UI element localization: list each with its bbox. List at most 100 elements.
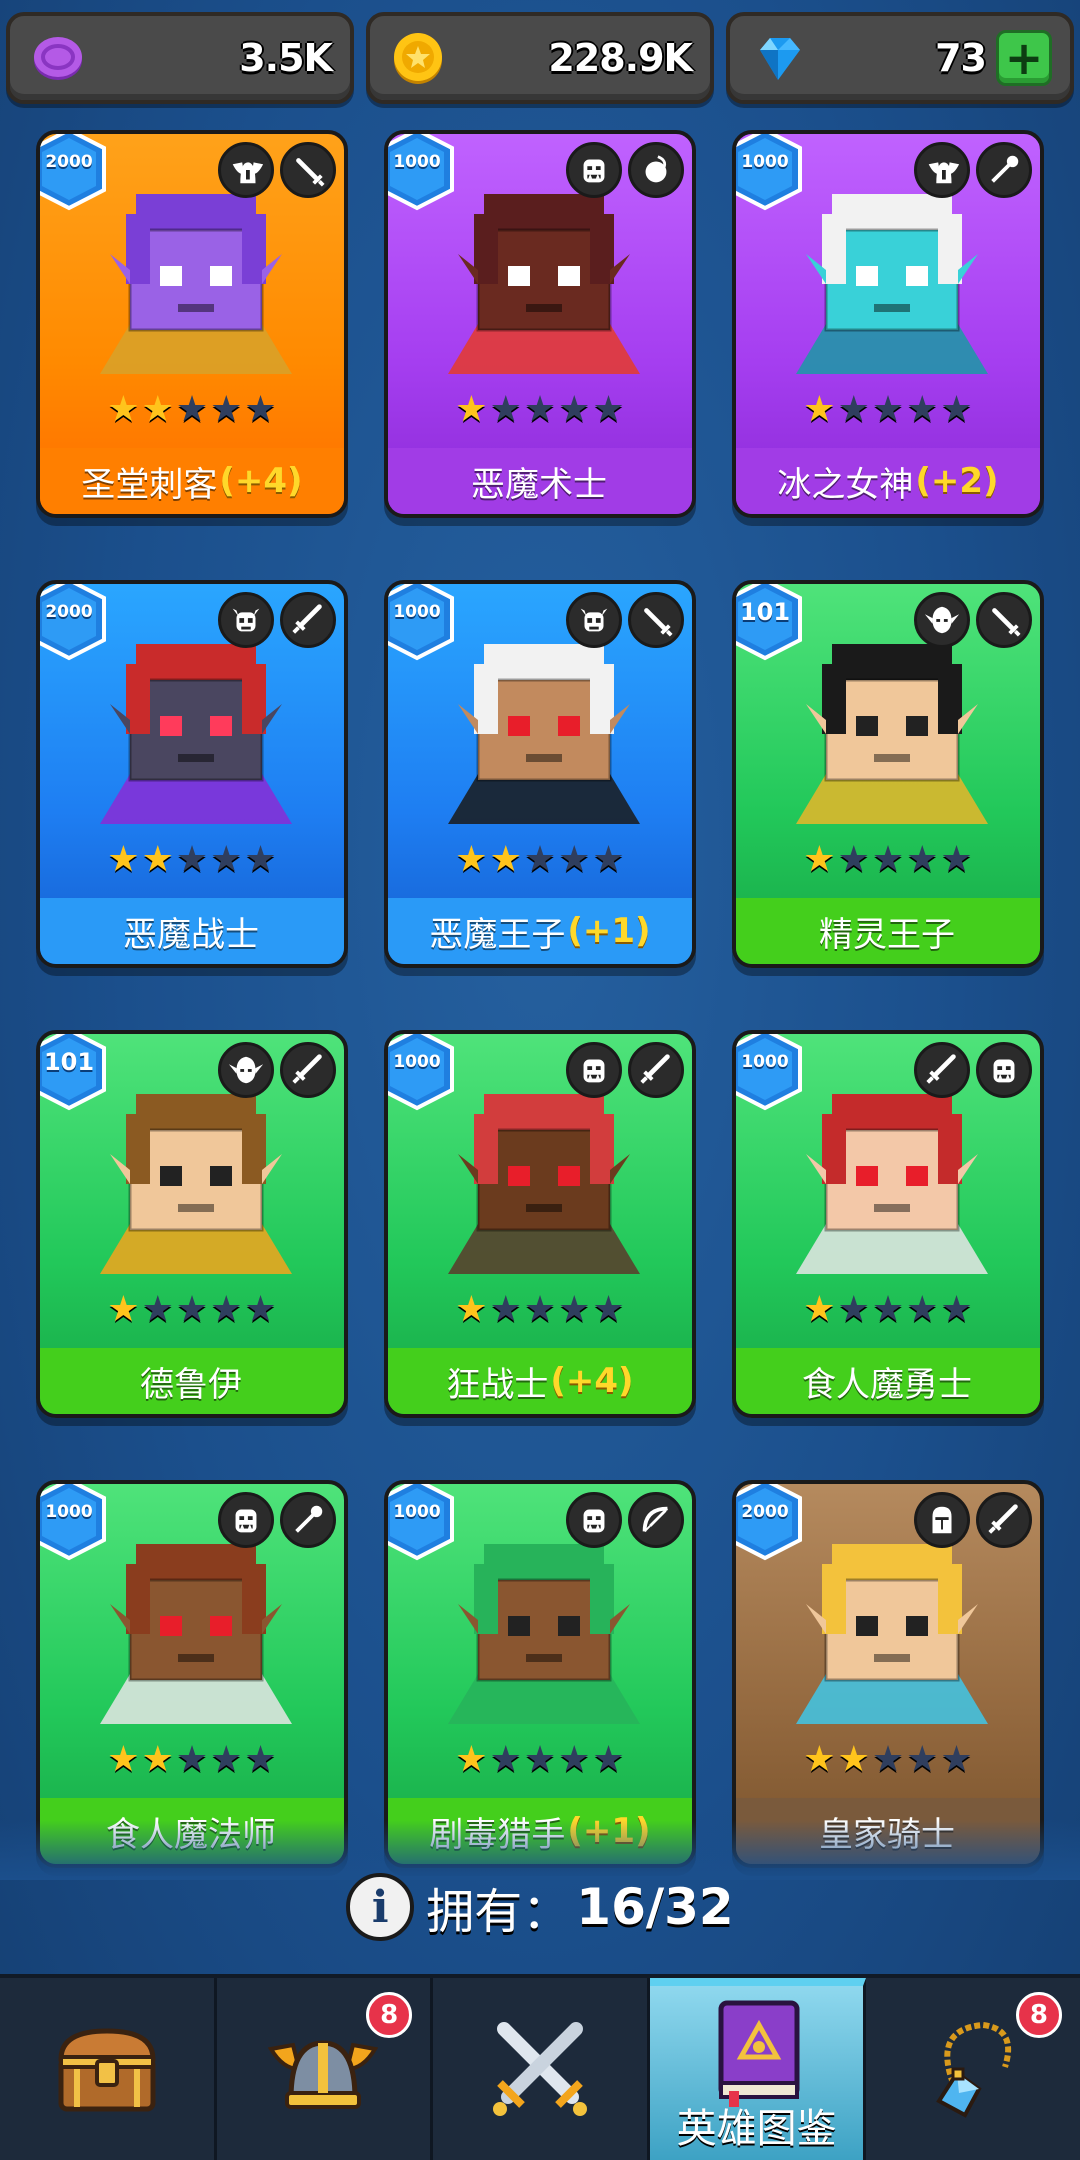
staff-icon	[976, 142, 1032, 198]
hero-name: 恶魔王子	[429, 914, 566, 955]
hero-name: 恶魔战士	[123, 914, 259, 955]
star-icon: ★	[210, 839, 243, 880]
hero-name: 恶魔术士	[471, 464, 607, 505]
demon-skull-icon	[218, 592, 274, 648]
hero-card[interactable]: 1000 ★ ★ ★ ★ ★ 恶魔术士	[384, 130, 696, 518]
nav-treasure[interactable]	[0, 1978, 217, 2160]
hero-type-icons	[218, 1042, 336, 1098]
hero-name: 精灵王子	[819, 914, 955, 955]
star-icon: ★	[175, 1289, 209, 1330]
hero-portrait	[428, 624, 660, 834]
star-icon: ★	[107, 839, 140, 880]
hero-card[interactable]: 101 ★ ★ ★ ★ ★ 精灵王子	[732, 580, 1044, 968]
hero-portrait	[80, 174, 312, 384]
nav-equipment[interactable]: 8	[866, 1978, 1080, 2160]
star-icon: ★	[940, 389, 973, 430]
power-badge-value: 1000	[393, 152, 441, 172]
hero-card[interactable]: 101 ★ ★ ★ ★ ★ 德鲁伊	[36, 1030, 348, 1418]
crossed-swords-icon	[492, 2022, 587, 2116]
hero-bonus: (+1)	[567, 911, 651, 951]
winged-helmet-icon	[218, 142, 274, 198]
hero-portrait	[776, 174, 1008, 384]
hero-portrait	[80, 1074, 312, 1284]
star-icon: ★	[141, 839, 174, 880]
star-icon: ★	[803, 389, 836, 430]
star-icon: ★	[592, 839, 625, 880]
hero-portrait	[80, 1524, 312, 1734]
hero-card[interactable]: 1000 ★★★★★ 剧毒猎手(+1)	[384, 1480, 696, 1868]
star-icon: ★	[803, 1739, 836, 1780]
star-icon: ★	[837, 1739, 870, 1780]
hero-card[interactable]: 2000 ★ ★ ★ ★ ★ 圣堂刺客 (+4)	[36, 130, 348, 518]
nav-heroes[interactable]: 8	[217, 1978, 434, 2160]
star-icon: ★	[107, 1289, 140, 1330]
star-icon: ★	[906, 1739, 939, 1780]
add-gems-button[interactable]: +	[996, 30, 1052, 86]
owned-label: 拥有：	[426, 1884, 571, 1940]
star-icon: ★	[592, 389, 625, 430]
hero-type-icons	[218, 1492, 336, 1548]
bottom-nav: 8 英雄图鉴 8	[0, 1974, 1080, 2160]
star-icon: ★	[244, 389, 277, 430]
equipment-notification-badge: 8	[1015, 1992, 1062, 2038]
hero-card[interactable]: 1000 ★★★★★ 食人魔法师	[36, 1480, 348, 1868]
hero-stars: ★ ★ ★ ★ ★	[40, 1292, 344, 1328]
hero-nameplate: 恶魔术士	[388, 448, 692, 514]
star-icon: ★	[871, 1289, 905, 1330]
star-icon: ★	[455, 839, 488, 880]
blue-gem-icon	[760, 38, 800, 80]
star-icon: ★	[940, 1739, 973, 1780]
gem-value: 73	[935, 36, 987, 80]
star-icon: ★	[837, 389, 870, 430]
gem-counter: 73 +	[726, 12, 1074, 104]
sword-icon	[976, 1492, 1032, 1548]
star-icon: ★	[489, 389, 522, 430]
hero-stars: ★ ★ ★ ★ ★	[388, 1742, 692, 1778]
hero-stars: ★ ★ ★ ★ ★	[736, 1292, 1040, 1328]
power-badge-value: 1000	[393, 1052, 441, 1072]
star-icon: ★	[871, 839, 905, 880]
hero-card[interactable]: 1000 ★ ★ ★ ★ ★ 恶魔王子 (+1)	[384, 580, 696, 968]
hero-nameplate: 恶魔战士	[40, 898, 344, 964]
star-icon: ★	[523, 839, 557, 880]
purple-token-value: 3.5K	[239, 36, 333, 80]
nav-hero-book-label: 英雄图鉴	[676, 2106, 837, 2152]
hero-bonus: (+4)	[550, 1361, 634, 1401]
hero-card[interactable]: 2000 ★★★★★ 皇家骑士	[732, 1480, 1044, 1868]
nav-battle[interactable]	[433, 1978, 650, 2160]
star-icon: ★	[244, 1289, 277, 1330]
dagger-icon	[628, 592, 684, 648]
hero-name: 狂战士	[446, 1364, 549, 1405]
star-icon: ★	[175, 839, 209, 880]
hero-grid: 2000 ★ ★ ★ ★ ★ 圣堂刺客 (+4) 1000 ★ ★ ★ ★ ★ …	[36, 130, 1044, 1868]
hero-book-icon	[718, 2000, 800, 2107]
hero-card[interactable]: 1000 ★ ★ ★ ★ ★ 食人魔勇士	[732, 1030, 1044, 1418]
star-icon: ★	[871, 389, 905, 430]
nav-hero-book[interactable]: 英雄图鉴	[649, 1978, 867, 2160]
sword-icon	[280, 592, 336, 648]
power-badge: 1000	[388, 1484, 456, 1562]
hero-nameplate: 圣堂刺客 (+4)	[40, 448, 344, 514]
knight-helmet-icon	[914, 1492, 970, 1548]
star-icon: ★	[523, 1739, 557, 1780]
hero-nameplate: 恶魔王子 (+1)	[388, 898, 692, 964]
power-badge-value: 1000	[741, 1052, 789, 1072]
power-badge-value: 101	[739, 598, 791, 626]
star-icon: ★	[803, 1289, 836, 1330]
sword-icon	[280, 1042, 336, 1098]
hero-type-icons	[914, 592, 1032, 648]
owned-summary: i 拥有： 16/32	[0, 1872, 1080, 1942]
hero-card[interactable]: 1000 ★ ★ ★ ★ ★ 冰之女神 (+2)	[732, 130, 1044, 518]
hero-card[interactable]: 2000 ★ ★ ★ ★ ★ 恶魔战士	[36, 580, 348, 968]
star-icon: ★	[803, 839, 836, 880]
star-icon: ★	[455, 389, 488, 430]
hero-stars: ★ ★ ★ ★ ★	[40, 842, 344, 878]
info-icon[interactable]: i	[346, 1873, 415, 1941]
star-icon: ★	[141, 389, 174, 430]
star-icon: ★	[210, 389, 243, 430]
star-icon: ★	[906, 839, 939, 880]
hero-card[interactable]: 1000 ★ ★ ★ ★ ★ 狂战士 (+4)	[384, 1030, 696, 1418]
hero-portrait	[428, 1074, 660, 1284]
star-icon: ★	[523, 1289, 557, 1330]
star-icon: ★	[489, 1289, 522, 1330]
